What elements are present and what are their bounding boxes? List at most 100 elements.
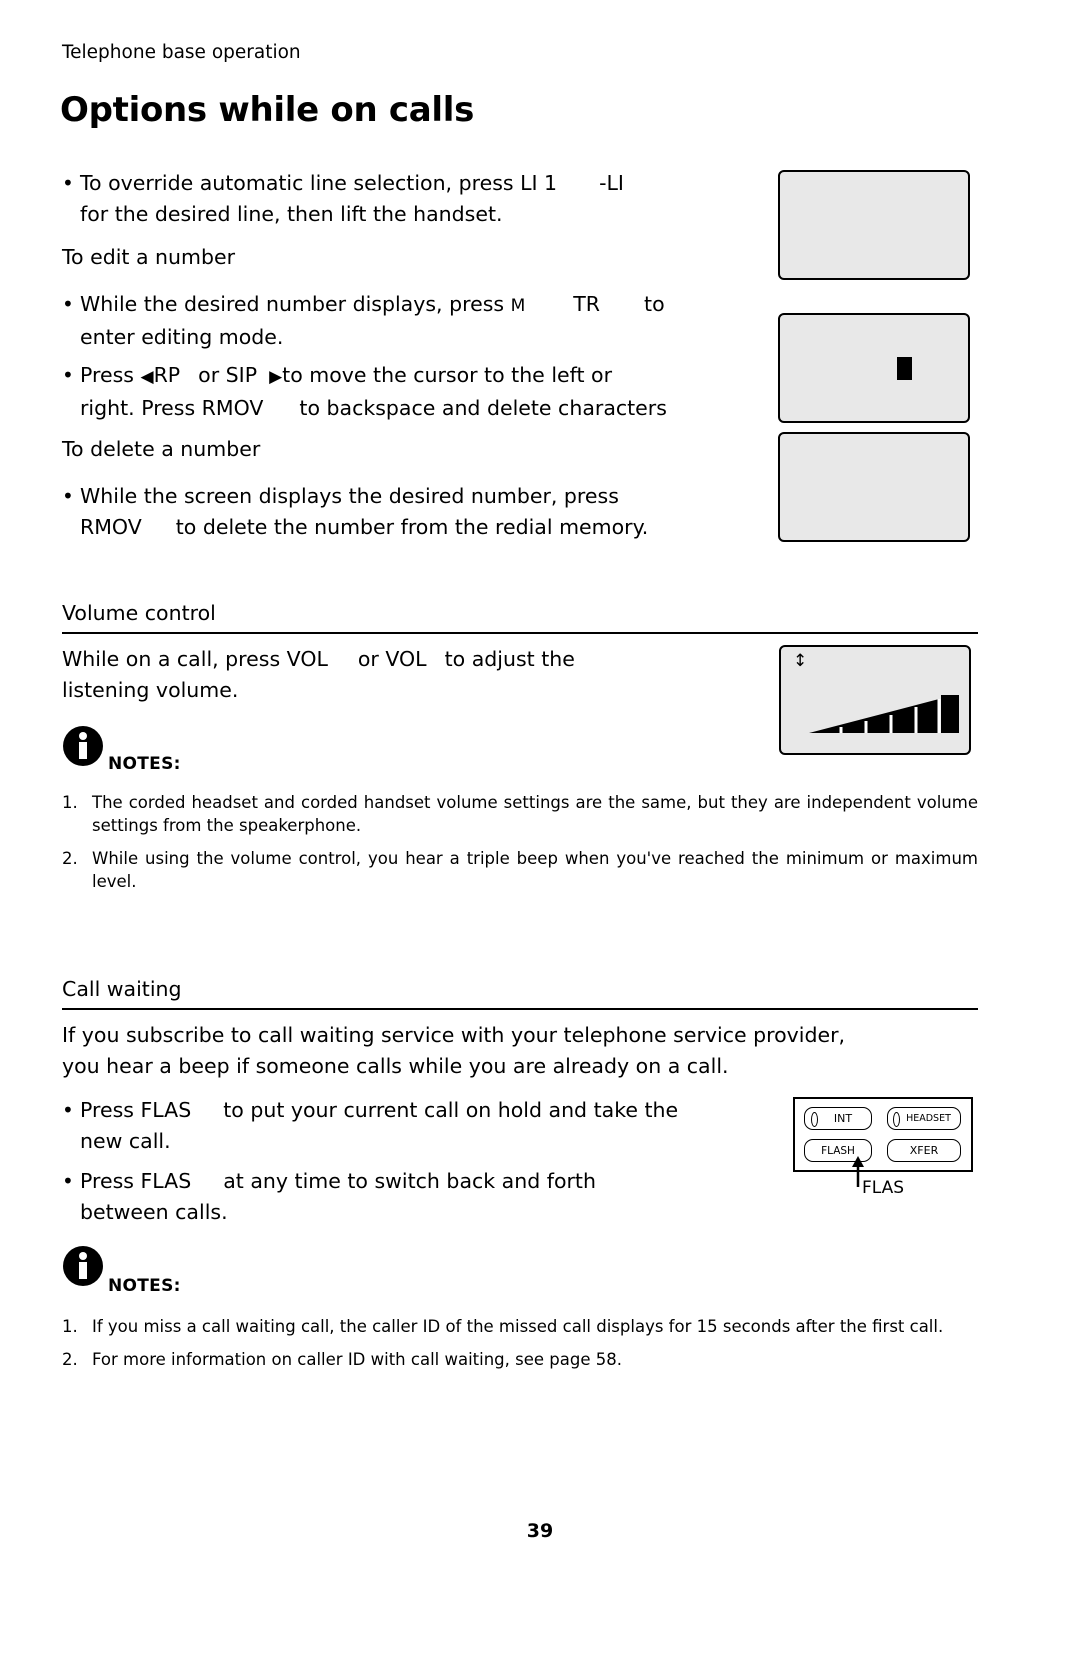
vol-part3: to adjust the [444, 647, 575, 671]
bullet-dot: • [62, 171, 74, 195]
bullet-dot: • [62, 292, 74, 316]
page-number: 39 [526, 1520, 554, 1542]
bullet-dot: • [62, 484, 74, 508]
note-item: 2. While using the volume control, you h… [62, 847, 978, 893]
cw2-line2: between calls. [80, 1200, 228, 1224]
key-headset-label: HEADSET [906, 1113, 951, 1124]
line-selection-text-1: To override automatic line selection, pr… [80, 171, 521, 195]
cw2-part1: Press [80, 1169, 141, 1193]
edit-1-part1: While the desired number displays, press [80, 292, 511, 316]
info-icon [63, 1246, 103, 1286]
key-notch-icon [893, 1112, 900, 1127]
vol-line2: listening volume. [62, 678, 239, 702]
heading-volume-control: Volume control [62, 601, 216, 625]
call-waiting-intro: If you subscribe to call waiting service… [62, 1020, 982, 1082]
vol-part1: While on a call, press [62, 647, 287, 671]
divider-call-waiting [62, 1008, 978, 1010]
note-text: While using the volume control, you hear… [92, 849, 978, 891]
vol-part2: or VOL [357, 647, 427, 671]
cw1-part2: to put your current call on hold and tak… [223, 1098, 679, 1122]
note-text: For more information on caller ID with c… [92, 1350, 622, 1369]
bullet-edit-number-2-text: Press ◀RP or SIP ▶to move the cursor to th… [80, 360, 782, 424]
edit-2-part2: or SIP [198, 363, 258, 387]
running-head: Telephone base operation [62, 42, 301, 63]
bullet-call-waiting-1-text: Press FLAS to put your current call on ho… [80, 1095, 782, 1157]
delete-line1: While the screen displays the desired nu… [80, 484, 619, 508]
bullet-call-waiting-2: • Press FLAS at any time to switch back a… [62, 1166, 782, 1228]
cw1-part1: Press [80, 1098, 141, 1122]
key-rp: RP [153, 363, 181, 387]
bullet-call-waiting-1: • Press FLAS to put your current call on … [62, 1095, 782, 1157]
bullet-dot: • [62, 363, 74, 387]
key-notch-icon [811, 1112, 818, 1127]
notes-label-call-waiting: NOTES: [108, 1276, 181, 1296]
keypad-caption: FLAS [861, 1178, 905, 1198]
bullet-call-waiting-2-text: Press FLAS at any time to switch back and… [80, 1166, 782, 1228]
volume-bars-icon [809, 695, 959, 733]
notes-label-volume: NOTES: [108, 754, 181, 774]
delete-line2: to delete the number from the redial mem… [175, 515, 649, 539]
key-headset[interactable]: HEADSET [887, 1107, 961, 1130]
volume-control-body: While on a call, press VOL or VOL to adjus… [62, 644, 762, 706]
note-text: If you miss a call waiting call, the cal… [92, 1317, 944, 1336]
bullet-edit-number-2: • Press ◀RP or SIP ▶to move the cursor to … [62, 360, 782, 424]
bullet-line-selection-text: To override automatic line selection, pr… [80, 168, 762, 230]
lcd-volume-indicator: ↕ [779, 645, 971, 755]
bullet-edit-number-1: • While the desired number displays, pre… [62, 289, 772, 353]
note-number: 1. [62, 793, 78, 812]
note-item: 2. For more information on caller ID wit… [62, 1348, 978, 1371]
note-number: 2. [62, 1350, 78, 1369]
lcd-screen-1 [778, 170, 970, 280]
bullet-line-selection: • To override automatic line selection, … [62, 168, 762, 230]
right-arrow-icon: ▶ [269, 367, 283, 387]
notes-volume-control: 1. The corded headset and corded handset… [62, 791, 978, 897]
edit-2-line2b: to backspace and delete characters [299, 396, 667, 420]
note-text: The corded headset and corded handset vo… [92, 793, 978, 835]
heading-call-waiting: Call waiting [62, 977, 182, 1001]
note-item: 1. The corded headset and corded handset… [62, 791, 978, 837]
cw-intro-line2: you hear a beep if someone calls while y… [62, 1054, 729, 1078]
bullet-edit-number-1-text: While the desired number displays, press… [80, 289, 772, 353]
subhead-delete-number: To delete a number [62, 437, 261, 461]
key-xfer-label: XFER [909, 1144, 939, 1157]
edit-2-part3: to move the cursor to the left or [282, 363, 613, 387]
page-title: Options while on calls [60, 90, 475, 130]
key-int[interactable]: INT [804, 1107, 872, 1130]
lcd-screen-3 [778, 432, 970, 542]
note-item: 1. If you miss a call waiting call, the … [62, 1315, 978, 1338]
notes-call-waiting: 1. If you miss a call waiting call, the … [62, 1315, 978, 1375]
key-xfer[interactable]: XFER [887, 1139, 961, 1162]
document-page: Telephone base operation Options while o… [0, 0, 1080, 1665]
cursor-block-icon [897, 357, 912, 380]
bullet-delete-number-text: While the screen displays the desired nu… [80, 481, 762, 543]
key-line-dash: -LI [599, 171, 624, 195]
divider-volume-control [62, 632, 978, 634]
edit-2-line2a: right. Press [80, 396, 202, 420]
key-int-label: INT [833, 1112, 853, 1125]
edit-2-part1: Press [80, 363, 141, 387]
line-selection-text-2: for the desired line, then lift the hand… [80, 202, 503, 226]
cw2-part2: at any time to switch back and forth [223, 1169, 596, 1193]
note-number: 1. [62, 1317, 78, 1336]
bullet-dot: • [62, 1098, 74, 1122]
key-tr: TR [573, 292, 601, 316]
edit-1-part3: to [644, 292, 665, 316]
key-rmov-2: RMOV [80, 515, 142, 539]
info-icon [63, 726, 103, 766]
bullet-dot: • [62, 1169, 74, 1193]
cw-intro-line1: If you subscribe to call waiting service… [62, 1023, 846, 1047]
key-rmov-1: RMOV [201, 396, 264, 420]
keypad-illustration: INT HEADSET FLASH XFER [793, 1097, 973, 1172]
up-down-arrow-icon: ↕ [793, 651, 808, 671]
cw1-line2: new call. [80, 1129, 171, 1153]
subhead-edit-number: To edit a number [62, 245, 236, 269]
lcd-screen-2 [778, 313, 970, 423]
bullet-delete-number: • While the screen displays the desired … [62, 481, 762, 543]
key-flash-2: FLAS [140, 1169, 192, 1193]
edit-1-line2: enter editing mode. [80, 325, 284, 349]
key-flash-1: FLAS [140, 1098, 192, 1122]
key-vol-up: VOL [286, 647, 328, 671]
note-number: 2. [62, 849, 78, 868]
left-arrow-icon: ◀ [140, 367, 154, 387]
key-menu: M [510, 296, 526, 316]
